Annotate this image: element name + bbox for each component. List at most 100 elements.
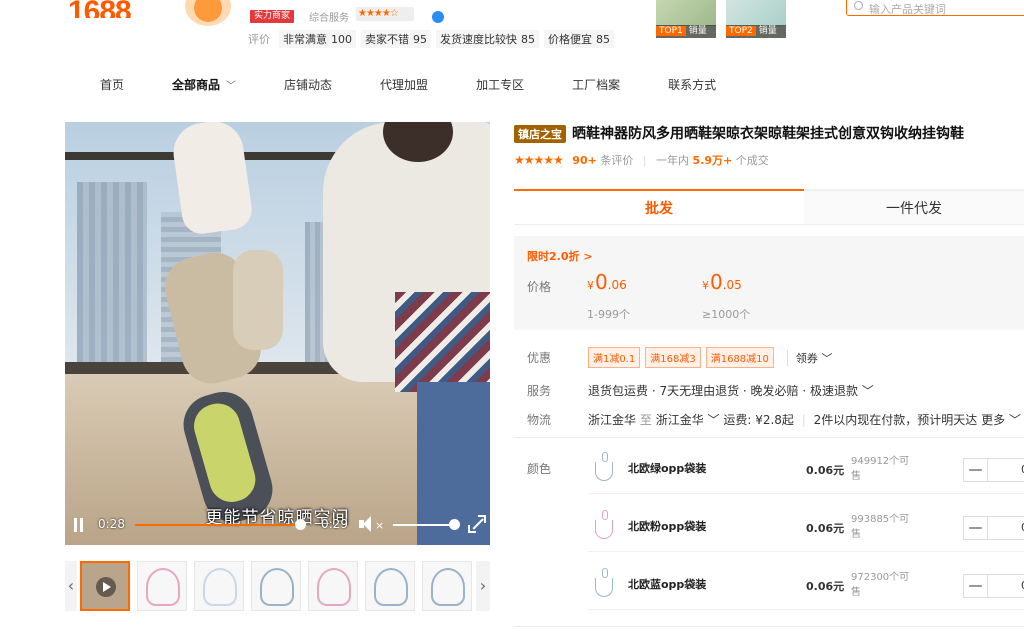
thumbnail[interactable] [422,561,472,611]
coupon[interactable]: 满1688减10 [705,347,774,368]
coupon[interactable]: 满168减3 [645,347,701,368]
get-coupon-button[interactable]: 领券 ﹀ [786,349,832,366]
review-label: 条评价 [600,154,634,167]
sku-name: 北欧绿opp袋装 [628,462,707,475]
metric-satisfaction: 非常满意 100 [279,30,356,48]
rating-stars: ★★★★☆ [356,7,414,21]
review-count[interactable]: 90+ [572,154,597,167]
video-progress-knob[interactable] [294,519,306,530]
coupon[interactable]: 满1减0.1 [588,347,641,368]
hanger-image [317,568,351,606]
quantity-input[interactable]: 0 [988,459,1024,481]
logistics-info: 浙江金华 至 浙江金华 ﹀ 运费: ¥2.8起 | 2件以内现在付款，预计明天达… [588,413,1021,427]
hanger-image [260,568,294,606]
sku-row: 北欧粉opp袋装 0.06元 993885个可售 — 0 [588,498,1024,552]
quantity-stepper: — 0 [963,574,1024,598]
sku-price: 0.06元 [806,464,845,477]
top-product-2[interactable]: TOP2 销量 [726,0,786,38]
thumb-prev-button[interactable]: ‹ [65,561,77,611]
logistics-label: 物流 [527,413,552,427]
top-product-1[interactable]: TOP1 销量 [656,0,716,38]
thumbnail-strip [80,561,472,611]
product-video[interactable]: 更能节省晾晒空间 0:28 0:29 × [65,122,490,545]
hanger-icon [593,452,615,482]
price-tier-1: ¥0.06 [587,270,627,294]
video-controls: 0:28 0:29 × [65,514,490,545]
video-duration: 0:29 [321,517,348,531]
nav-all-products[interactable]: 全部商品 ﹀ [172,76,236,93]
tab-dropship[interactable]: 一件代发 [804,189,1024,224]
shop-nav: 首页 全部商品 ﹀ 店铺动态 代理加盟 加工专区 工厂档案 联系方式 [100,76,764,93]
hanger-image [374,568,408,606]
mute-x-icon: × [375,519,385,532]
quantity-input[interactable]: 0 [988,575,1024,597]
search-placeholder: 输入产品关键词 [869,3,946,16]
volume-knob[interactable] [449,519,460,530]
price-range-1: 1-999个 [587,308,630,321]
minus-button[interactable]: — [964,459,988,481]
ship-to-select[interactable]: 浙江金华 ﹀ [656,413,720,427]
top-product-tag: TOP2 销量 [726,25,786,38]
nav-agency[interactable]: 代理加盟 [380,76,428,93]
thumb-next-button[interactable]: › [476,561,490,611]
thumbnail[interactable] [365,561,415,611]
mute-icon[interactable]: × [359,515,385,533]
divider [514,626,1024,627]
title-tag: 镇店之宝 [514,125,566,143]
quantity-stepper: — 0 [963,516,1024,540]
nav-factory[interactable]: 工厂档案 [572,76,620,93]
play-icon [96,577,116,597]
nav-processing[interactable]: 加工专区 [476,76,524,93]
thumbnail[interactable] [308,561,358,611]
strength-badge: 实力商家 [250,10,295,23]
shop-metrics: 评价 非常满意 100 卖家不错 95 发货速度比较快 85 价格便宜 85 [248,30,614,48]
site-logo[interactable]: 1688 [68,0,131,18]
delivery-eta: 2件以内现在付款，预计明天达 [813,413,978,427]
sku-price: 0.06元 [806,580,845,593]
metric-price: 价格便宜 85 [544,30,614,48]
sales-count: 5.9万+ [692,154,733,167]
volume-slider[interactable] [393,524,453,526]
minus-button[interactable]: — [964,517,988,539]
search-input[interactable]: 输入产品关键词 [846,0,1024,16]
nav-contact[interactable]: 联系方式 [668,76,716,93]
service-text[interactable]: 退货包运费 · 7天无理由退货 · 晚发必赔 · 极速退款 ﹀ [588,382,874,399]
top-product-image [656,0,716,26]
shop-avatar[interactable] [185,0,231,26]
verified-icon [432,11,444,23]
quantity-input[interactable]: 0 [988,517,1024,539]
price-box: 限时2.0折 > 价格 ¥0.06 1-999个 ¥0.05 ≥1000个 [514,236,1024,330]
rating-label: 综合服务 [309,13,349,24]
review-stars: ★★★★★ [514,153,564,167]
metric-shipping: 发货速度比较快 85 [436,30,539,48]
thumbnail[interactable] [194,561,244,611]
promo-link[interactable]: 限时2.0折 > [527,248,593,264]
sku-stock: 972300个可售 [851,572,910,598]
video-scene [395,292,490,392]
sku-price: 0.06元 [806,522,845,535]
divider [514,437,1024,438]
hanger-icon [593,510,615,540]
nav-shop-news[interactable]: 店铺动态 [284,76,332,93]
pause-icon[interactable] [73,518,85,532]
minus-button[interactable]: — [964,575,988,597]
metric-seller: 卖家不错 95 [361,30,431,48]
thumbnail[interactable] [251,561,301,611]
thumbnail[interactable] [137,561,187,611]
logistics-more[interactable]: 更多 ﹀ [981,413,1021,427]
hanger-image [431,568,465,606]
thumbnail-video[interactable] [80,561,130,611]
hanger-icon [593,568,615,598]
price-tier-2: ¥0.05 [702,270,742,294]
video-current-time: 0:28 [98,517,125,531]
shipping-fee: 运费: ¥2.8起 [723,413,794,427]
sales-suffix: 个成交 [735,154,769,167]
nav-home[interactable]: 首页 [100,76,124,93]
video-progress-bar[interactable] [135,519,306,530]
tab-wholesale[interactable]: 批发 [514,189,804,224]
hanger-image [203,568,237,606]
reviews-row: ★★★★★ 90+ 条评价 | 一年内 5.9万+ 个成交 [514,153,769,167]
sku-row: 北欧绿opp袋装 0.06元 949912个可售 — 0 [588,440,1024,494]
sku-name: 北欧蓝opp袋装 [628,578,707,591]
fullscreen-icon[interactable] [468,515,486,533]
